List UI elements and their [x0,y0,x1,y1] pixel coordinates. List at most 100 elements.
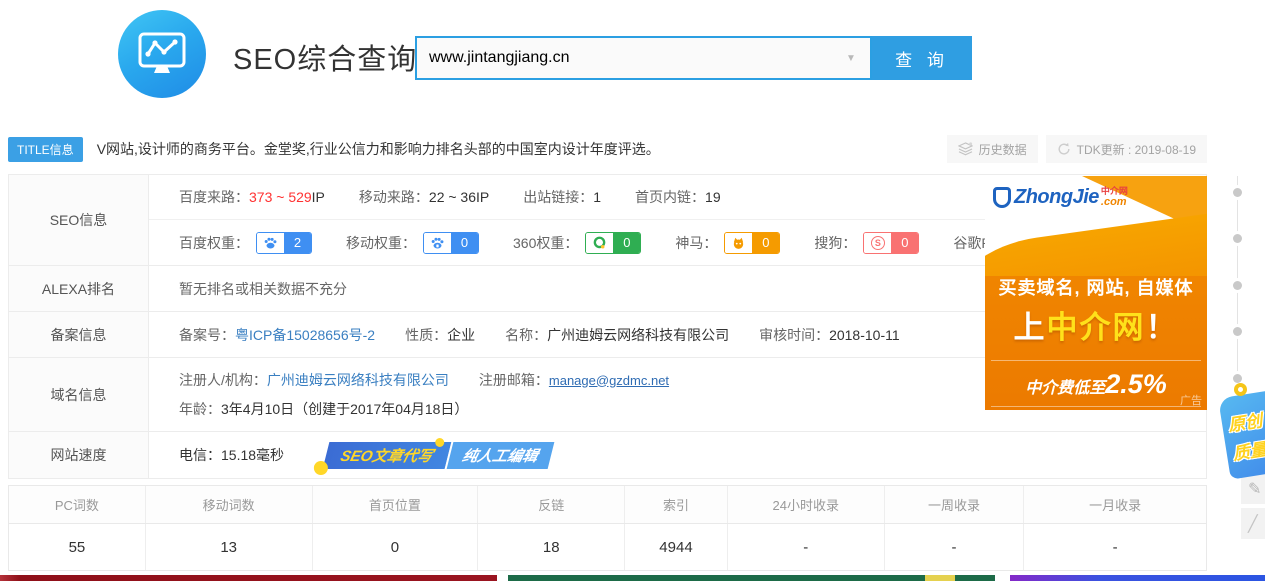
rail-dot-1[interactable] [1233,188,1242,197]
bottom-banner-blue [1010,575,1265,581]
history-data-button[interactable]: 历史数据 [947,135,1038,163]
title-actions: 历史数据 TDK更新 : 2019-08-19 [947,135,1207,163]
zhongjie-logo: ZhongJie 中介网 .com [993,186,1128,209]
bottom-banner-green [508,575,995,581]
alexa-rank-text: 暂无排名或相关数据不充分 [179,279,347,299]
alexa-rank-label: ALEXA排名 [9,266,149,311]
outbound-links: 出站链接： 1 [523,187,601,207]
keyword-stats-table: PC词数 移动词数 首页位置 反链 索引 24小时收录 一周收录 一月收录 55… [8,485,1207,571]
pc-words-value: 55 [9,524,146,570]
zhongjie-ad-banner[interactable]: ZhongJie 中介网 .com 买卖域名, 网站, 自媒体 上中介网！ 中介… [985,176,1207,410]
col-header-index: 索引 [625,486,728,523]
icp-company-name: 名称： 广州迪姆云网络科技有限公司 [505,325,729,345]
pen-button[interactable]: ╱ [1241,508,1265,539]
pen-line-icon: ╱ [1248,514,1258,534]
bottom-banner-yellow-segment [925,575,955,581]
pencil-icon: ✎ [1248,479,1261,499]
rail-dot-5[interactable] [1233,374,1242,383]
backlinks-value: 18 [478,524,625,570]
app-logo [118,10,206,98]
ad-tag: 广告 [1180,392,1202,408]
sogou-weight: 搜狗： S 0 [814,232,919,254]
mobile-weight-badge[interactable]: 0 [423,232,479,254]
shenma-weight: 神马： 0 [675,232,780,254]
baidu-weight: 百度权重： 2 [179,232,312,254]
registrant-link[interactable]: 广州迪姆云网络科技有限公司 [267,370,449,390]
baidu-paw-icon [257,233,284,253]
rail-dot-3[interactable] [1233,281,1242,290]
seo-query-page: SEO综合查询 ▼ 查 询 TITLE信息 V网站,设计师的商务平台。金堂奖,行… [0,0,1265,581]
col-header-mobile-words: 移动词数 [146,486,313,523]
icp-nature: 性质： 企业 [405,325,475,345]
history-layers-icon [958,142,973,156]
site-speed-row: 网站速度 电信：15.18毫秒 SEO文章代写 纯人工编辑 [9,432,1206,478]
col-header-24h: 24小时收录 [728,486,885,523]
homepage-internal-links: 首页内链： 19 [635,187,721,207]
icp-audit-time: 审核时间： 2018-10-11 [759,325,900,345]
sticker-ring-icon [1234,383,1247,396]
so360-icon [586,233,613,253]
icp-number: 备案号： 粤ICP备15028656号-2 [179,325,375,345]
month-value: - [1024,524,1206,570]
original-quality-sticker[interactable]: 原创 质量 [1218,386,1265,479]
seo-writing-promo-banner[interactable]: SEO文章代写 纯人工编辑 [323,442,554,469]
title-badge: TITLE信息 [8,137,83,162]
mobile-weight: 移动权重： 0 [346,232,479,254]
col-header-month: 一月收录 [1024,486,1206,523]
dropdown-arrow-icon[interactable]: ▼ [832,53,870,64]
so360-weight: 360权重： 0 [513,232,641,254]
sogou-weight-badge[interactable]: S 0 [863,232,919,254]
tdk-update-button[interactable]: TDK更新 : 2019-08-19 [1046,135,1207,163]
query-button[interactable]: 查 询 [872,36,972,80]
page-title: SEO综合查询 [233,36,417,78]
search-box: ▼ [415,36,872,80]
seo-info-label: SEO信息 [9,175,149,265]
search-input[interactable] [417,49,832,67]
promo-right-label: 纯人工编辑 [444,442,554,469]
col-header-pc-words: PC词数 [9,486,146,523]
domain-age: 年龄： 3年4月10日（创建于2017年04月18日） [179,399,468,419]
so360-weight-badge[interactable]: 0 [585,232,641,254]
stats-header-row: PC词数 移动词数 首页位置 反链 索引 24小时收录 一周收录 一月收录 [9,486,1206,524]
sogou-icon: S [864,233,891,253]
edit-button[interactable]: ✎ [1241,473,1265,504]
ad-fee-line: 中介费低至2.5% [991,360,1201,407]
title-info-row: TITLE信息 V网站,设计师的商务平台。金堂奖,行业公信力和影响力排名头部的中… [8,134,1207,164]
rail-dot-4[interactable] [1233,327,1242,336]
mobile-traffic: 移动来路： 22 ~ 36 IP [359,187,489,207]
header: SEO综合查询 ▼ 查 询 [0,0,1265,120]
domain-email: 注册邮箱： manage@gzdmc.net [479,370,669,390]
index-value: 4944 [625,524,728,570]
rail-dot-2[interactable] [1233,234,1242,243]
shenma-icon [725,233,752,253]
monitor-chart-icon [137,31,187,77]
mobile-words-value: 13 [146,524,313,570]
icp-number-link[interactable]: 粤ICP备15028656号-2 [235,325,375,345]
h24-value: - [728,524,885,570]
col-header-week: 一周收录 [885,486,1025,523]
col-header-backlinks: 反链 [478,486,625,523]
site-title-text: V网站,设计师的商务平台。金堂奖,行业公信力和影响力排名头部的中国室内设计年度评… [97,139,660,159]
tdk-update-label: TDK更新 : 2019-08-19 [1077,141,1196,158]
domain-registrant: 注册人/机构： 广州迪姆云网络科技有限公司 [179,370,449,390]
bottom-banner-red [0,575,497,581]
site-speed-label: 网站速度 [9,432,149,478]
home-position-value: 0 [313,524,479,570]
baidu-traffic: 百度来路： 373 ~ 529 IP [179,187,325,207]
email-link[interactable]: manage@gzdmc.net [549,373,669,388]
col-header-home-position: 首页位置 [313,486,479,523]
week-value: - [885,524,1025,570]
shenma-weight-badge[interactable]: 0 [724,232,780,254]
baidu-weight-badge[interactable]: 2 [256,232,312,254]
ad-headline: 买卖域名, 网站, 自媒体 [985,274,1207,300]
stats-value-row: 55 13 0 18 4944 - - - [9,524,1206,570]
domain-info-label: 域名信息 [9,358,149,431]
speed-value: 电信：15.18毫秒 [179,445,284,465]
icp-info-label: 备案信息 [9,312,149,357]
search-bar: ▼ 查 询 [415,36,972,80]
promo-left-label: SEO文章代写 [323,442,451,469]
refresh-icon [1057,142,1071,156]
shield-icon [993,187,1011,208]
ad-slogan: 上中介网！ [985,302,1207,347]
history-data-label: 历史数据 [979,141,1027,158]
